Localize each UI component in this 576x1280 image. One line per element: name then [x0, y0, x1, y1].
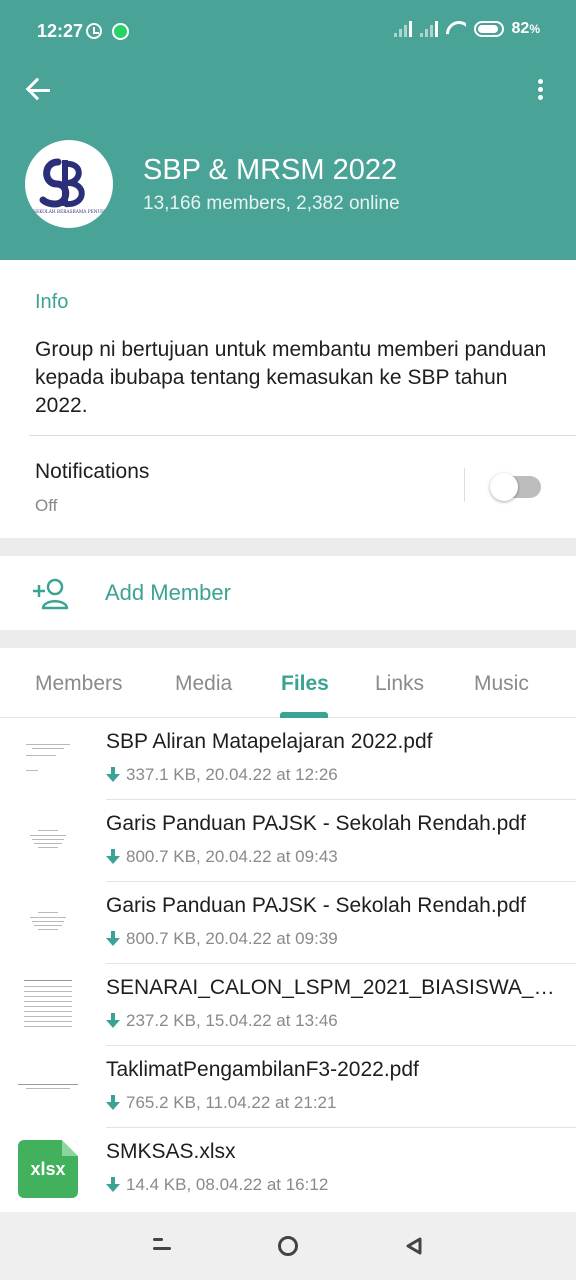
file-name: Garis Panduan PAJSK - Sekolah Rendah.pdf — [106, 812, 526, 835]
download-icon[interactable] — [106, 767, 120, 783]
file-item[interactable]: SBP Aliran Matapelajaran 2022.pdf 337.1 … — [0, 718, 576, 800]
notifications-toggle[interactable] — [490, 473, 541, 501]
file-item[interactable]: SENARAI_CALON_LSPM_2021_BIASISWA_KECIL_P… — [0, 964, 576, 1046]
signal-icon — [393, 21, 412, 37]
status-time: 12:27 — [37, 21, 84, 41]
pdf-thumbnail — [18, 974, 78, 1034]
group-name: SBP & MRSM 2022 — [143, 154, 398, 186]
notifications-state: Off — [35, 496, 58, 515]
download-icon[interactable] — [106, 1013, 120, 1029]
download-icon[interactable] — [106, 849, 120, 865]
xlsx-file-icon: xlsx — [18, 1140, 78, 1198]
pdf-thumbnail — [18, 810, 78, 870]
file-name: TaklimatPengambilanF3-2022.pdf — [106, 1058, 419, 1081]
pdf-thumbnail — [18, 892, 78, 952]
status-icons: 82% — [393, 20, 540, 38]
tab-links[interactable]: Links — [375, 672, 424, 696]
whatsapp-icon — [112, 23, 129, 40]
more-options-icon[interactable] — [528, 76, 552, 104]
file-name: SMKSAS.xlsx — [106, 1140, 236, 1163]
tab-files[interactable]: Files — [281, 672, 329, 696]
file-meta: 800.7 KB, 20.04.22 at 09:39 — [106, 929, 338, 949]
file-name: SENARAI_CALON_LSPM_2021_BIASISWA_KECIL_P… — [106, 976, 562, 999]
download-icon[interactable] — [106, 1095, 120, 1111]
info-description: Group ni bertujuan untuk membantu member… — [35, 338, 547, 417]
divider — [464, 468, 465, 502]
download-icon[interactable] — [106, 931, 120, 947]
media-tabs: Members Media Files Links Music — [0, 648, 576, 718]
home-icon[interactable] — [278, 1236, 298, 1256]
battery-icon — [473, 21, 504, 37]
battery-percent: 82% — [511, 20, 540, 37]
files-list: SBP Aliran Matapelajaran 2022.pdf 337.1 … — [0, 718, 576, 1212]
pdf-thumbnail — [18, 728, 78, 788]
sbp-logo: SEKOLAH BERASRAMA PENUH — [33, 158, 105, 215]
file-item[interactable]: Garis Panduan PAJSK - Sekolah Rendah.pdf… — [0, 882, 576, 964]
tab-media[interactable]: Media — [175, 672, 232, 696]
svg-text:SEKOLAH BERASRAMA PENUH: SEKOLAH BERASRAMA PENUH — [33, 210, 105, 215]
file-meta: 337.1 KB, 20.04.22 at 12:26 — [106, 765, 338, 785]
file-name: SBP Aliran Matapelajaran 2022.pdf — [106, 730, 433, 753]
tab-music[interactable]: Music — [474, 672, 529, 696]
wifi-icon — [446, 21, 466, 37]
file-item[interactable]: Garis Panduan PAJSK - Sekolah Rendah.pdf… — [0, 800, 576, 882]
file-meta: 237.2 KB, 15.04.22 at 13:46 — [106, 1011, 338, 1031]
add-user-icon — [33, 578, 69, 610]
file-item[interactable]: TaklimatPengambilanF3-2022.pdf 765.2 KB,… — [0, 1046, 576, 1128]
back-arrow-icon[interactable] — [24, 76, 56, 104]
add-member-label: Add Member — [105, 580, 231, 605]
alarm-clock-icon — [86, 23, 102, 39]
file-name: Garis Panduan PAJSK - Sekolah Rendah.pdf — [106, 894, 526, 917]
download-icon[interactable] — [106, 1177, 120, 1193]
file-meta: 800.7 KB, 20.04.22 at 09:43 — [106, 847, 338, 867]
system-nav-bar — [0, 1212, 576, 1280]
status-bar: 12:27 82% — [0, 0, 576, 62]
info-title: Info — [35, 291, 69, 313]
group-avatar[interactable]: SEKOLAH BERASRAMA PENUH — [25, 140, 113, 228]
add-member-row[interactable]: Add Member — [0, 556, 576, 630]
info-section: Info Group ni bertujuan untuk membantu m… — [0, 260, 576, 538]
pdf-thumbnail — [18, 1056, 78, 1116]
file-meta: 14.4 KB, 08.04.22 at 16:12 — [106, 1175, 328, 1195]
group-header: SEKOLAH BERASRAMA PENUH SBP & MRSM 2022 … — [0, 62, 576, 260]
signal-icon — [419, 21, 438, 37]
group-member-count: 13,166 members, 2,382 online — [143, 193, 400, 214]
file-meta: 765.2 KB, 11.04.22 at 21:21 — [106, 1093, 336, 1113]
file-item[interactable]: xlsx SMKSAS.xlsx 14.4 KB, 08.04.22 at 16… — [0, 1128, 576, 1210]
divider — [29, 435, 576, 436]
back-triangle-icon[interactable] — [404, 1236, 424, 1256]
toggle-knob — [490, 473, 518, 501]
recent-apps-icon[interactable] — [150, 1238, 172, 1252]
tab-members[interactable]: Members — [35, 672, 123, 696]
notifications-label[interactable]: Notifications — [35, 460, 149, 484]
